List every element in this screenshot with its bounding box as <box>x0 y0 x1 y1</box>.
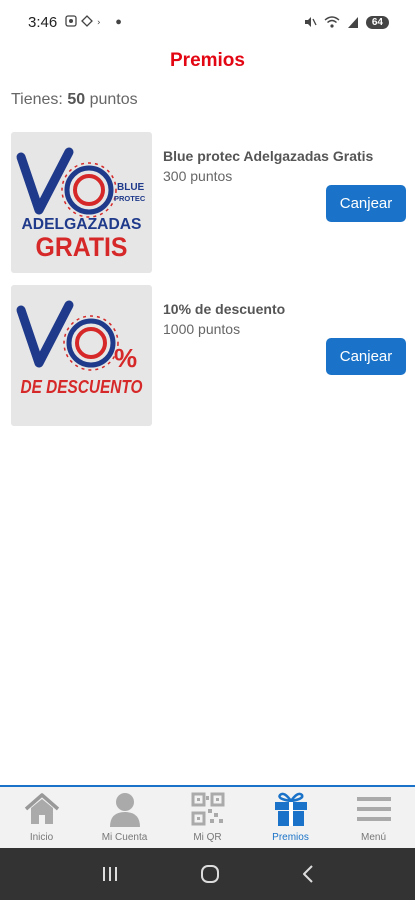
nav-item-menu[interactable]: Menú <box>332 787 415 848</box>
home-icon <box>24 793 59 824</box>
points-value: 50 <box>67 91 86 108</box>
nav-label: Inicio <box>29 832 54 843</box>
signal-icon <box>347 16 358 28</box>
reward-logo: BLUE PROTEC ADELGAZADAS GRATIS <box>16 147 146 262</box>
logo-brand-bottom: PROTEC <box>114 194 146 203</box>
reward-card: BLUE PROTEC ADELGAZADAS GRATIS Blue prot… <box>11 132 406 273</box>
user-icon <box>109 793 140 827</box>
logo-line1: DE DESCUENTO <box>21 377 143 397</box>
nav-label: Mi Cuenta <box>101 832 148 843</box>
menu-icon <box>356 797 391 821</box>
wifi-icon <box>324 16 340 28</box>
redeem-button[interactable]: Canjear <box>326 338 406 375</box>
reward-name: 10% de descuento <box>163 301 286 317</box>
home-button-icon[interactable] <box>199 863 221 885</box>
status-right: 64 <box>303 15 389 29</box>
redeem-button[interactable]: Canjear <box>326 185 406 222</box>
mute-icon <box>304 17 317 27</box>
qr-icon <box>191 792 224 826</box>
points-suffix: puntos <box>85 91 138 108</box>
reward-logo: % DE DESCUENTO <box>16 300 143 397</box>
points-balance: Tienes: 50 puntos <box>11 91 138 109</box>
svg-text:›: › <box>97 18 101 27</box>
logo-line1: ADELGAZADAS <box>22 216 142 233</box>
nav-label: Mi QR <box>193 832 222 843</box>
nav-label: Premios <box>272 832 309 843</box>
reward-image: BLUE PROTEC ADELGAZADAS GRATIS <box>11 132 152 273</box>
battery-badge: 64 <box>365 15 389 29</box>
reward-points: 300 puntos <box>163 168 233 184</box>
dot-icon: ● <box>115 16 122 28</box>
status-time: 3:46 <box>28 13 58 31</box>
nav-item-mi-qr[interactable]: Mi QR <box>166 787 249 848</box>
notification-icon: › <box>65 14 101 28</box>
reward-points: 1000 puntos <box>163 321 241 337</box>
reward-image: % DE DESCUENTO <box>11 285 152 426</box>
logo-line2: GRATIS <box>36 232 128 262</box>
back-icon[interactable] <box>300 864 316 884</box>
points-prefix: Tienes: <box>11 91 68 108</box>
nav-item-premios[interactable]: Premios <box>249 787 332 848</box>
system-nav-bar <box>0 848 415 900</box>
bottom-nav: Inicio Mi Cuenta Mi QR Premios Menú <box>0 785 415 848</box>
nav-label: Menú <box>360 832 386 843</box>
logo-percent: % <box>114 343 137 373</box>
notification-icons: › <box>65 14 107 30</box>
gift-icon <box>274 792 307 826</box>
nav-item-mi-cuenta[interactable]: Mi Cuenta <box>83 787 166 848</box>
recent-apps-icon[interactable] <box>100 865 120 883</box>
status-left: 3:46 › ● <box>28 14 122 31</box>
reward-card: % DE DESCUENTO 10% de descuento 1000 pun… <box>11 285 406 426</box>
logo-brand-top: BLUE <box>117 182 145 193</box>
nav-item-inicio[interactable]: Inicio <box>0 787 83 848</box>
page-title: Premios <box>170 50 245 71</box>
status-bar: 3:46 › ● 64 <box>0 0 415 44</box>
reward-name: Blue protec Adelgazadas Gratis <box>163 148 374 164</box>
